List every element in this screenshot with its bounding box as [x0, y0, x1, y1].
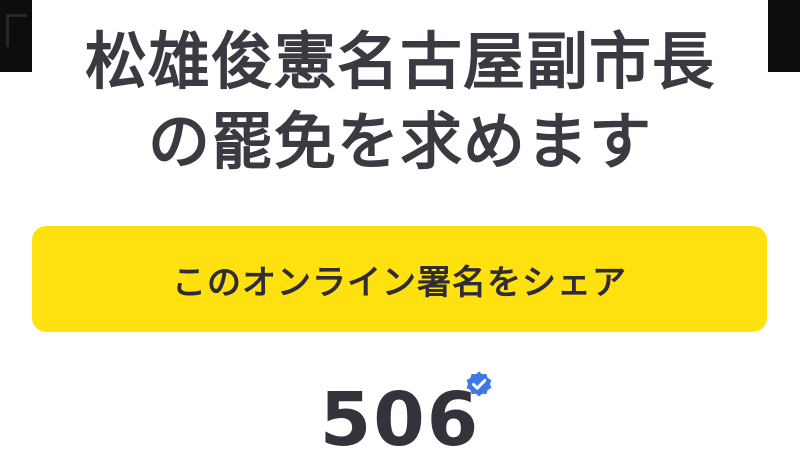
- signature-count: 506: [319, 377, 481, 450]
- background-image-fragment-right: [768, 0, 800, 72]
- signature-count-area: 506: [0, 370, 800, 450]
- background-image-fragment-left: [0, 0, 32, 72]
- share-petition-label: このオンライン署名をシェア: [172, 262, 627, 303]
- share-petition-button[interactable]: このオンライン署名をシェア: [32, 226, 767, 332]
- petition-page: 松雄俊憲名古屋副市長 の罷免を求めます このオンライン署名をシェア 506: [0, 0, 800, 450]
- verified-badge-icon: [466, 371, 492, 397]
- petition-title: 松雄俊憲名古屋副市長 の罷免を求めます: [40, 22, 760, 182]
- petition-title-line-2: の罷免を求めます: [147, 105, 652, 178]
- petition-title-line-1: 松雄俊憲名古屋副市長: [84, 25, 715, 98]
